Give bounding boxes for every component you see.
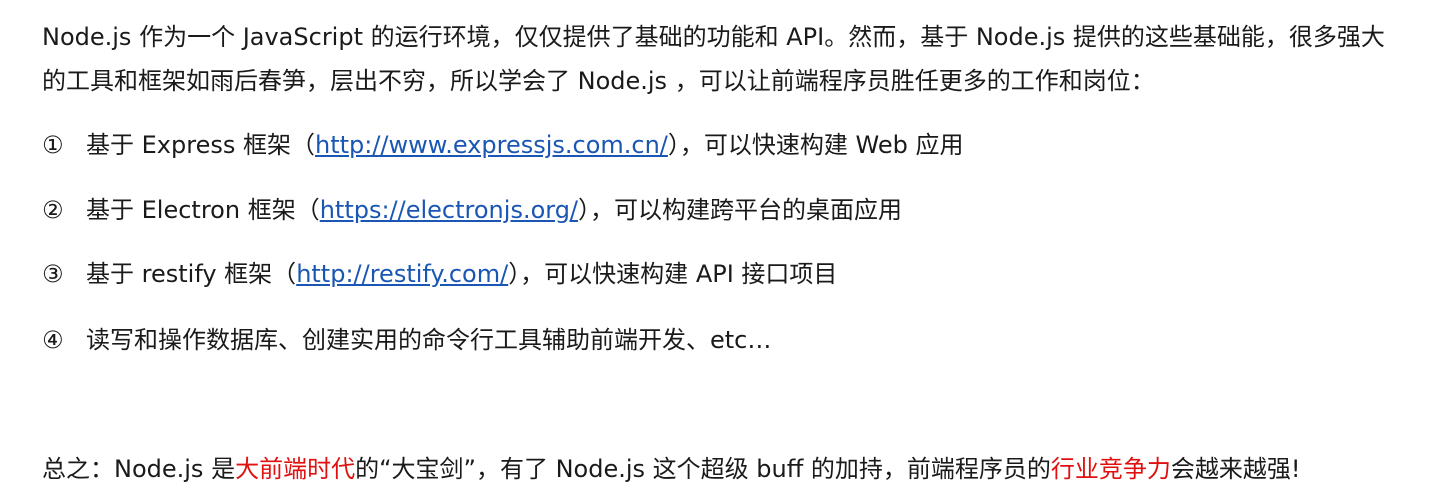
item-number: ② [42,196,64,224]
summary-part-1: 总之：Node.js 是 [42,455,236,483]
item-text-before: 基于 restify 框架（ [86,260,297,288]
list-item: ② 基于 Electron 框架（https://electronjs.org/）… [42,195,902,225]
restify-link[interactable]: http://restify.com/ [296,260,508,288]
list-item: ④ 读写和操作数据库、创建实用的命令行工具辅助前端开发、etc… [42,325,771,355]
item-number: ① [42,131,64,159]
item-text-after: ），可以快速构建 API 接口项目 [508,260,838,288]
electron-link[interactable]: https://electronjs.org/ [320,196,578,224]
summary-line: 总之：Node.js 是大前端时代的“大宝剑”，有了 Node.js 这个超级 … [42,454,1301,484]
item-number: ④ [42,326,64,354]
list-item: ① 基于 Express 框架（http://www.expressjs.com.… [42,130,964,160]
item-text-before: 基于 Electron 框架（ [86,196,320,224]
intro-line-1: Node.js 作为一个 JavaScript 的运行环境，仅仅提供了基础的功能… [42,23,1385,51]
intro-line-2: 的工具和框架如雨后春笋，层出不穷，所以学会了 Node.js ，可以让前端程序员… [42,67,1155,95]
summary-highlight-2: 行业竞争力 [1050,455,1171,483]
item-text-before: 基于 Express 框架（ [86,131,315,159]
item-text-after: ），可以构建跨平台的桌面应用 [578,196,903,224]
express-link[interactable]: http://www.expressjs.com.cn/ [315,131,668,159]
list-item: ③ 基于 restify 框架（http://restify.com/），可以快速… [42,259,837,289]
summary-part-2: 的“大宝剑”，有了 Node.js 这个超级 buff 的加持，前端程序员的 [355,455,1051,483]
item-text: 读写和操作数据库、创建实用的命令行工具辅助前端开发、etc… [86,326,772,354]
summary-highlight-1: 大前端时代 [235,455,356,483]
item-text-after: ），可以快速构建 Web 应用 [667,131,964,159]
item-number: ③ [42,260,64,288]
summary-part-3: 会越来越强! [1170,455,1301,483]
